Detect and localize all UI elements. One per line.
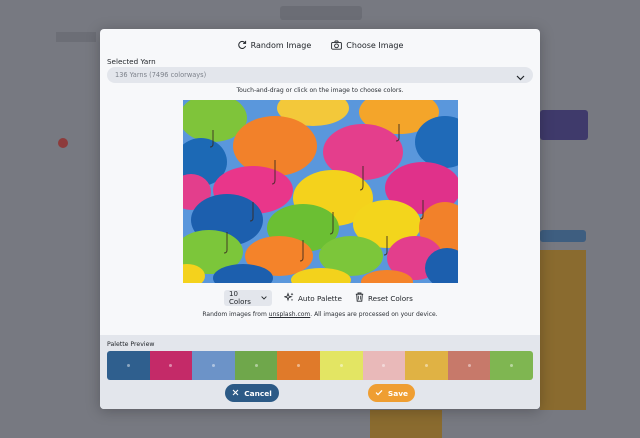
random-image-button[interactable]: Random Image bbox=[237, 38, 312, 52]
selected-yarn-label: Selected Yarn bbox=[107, 57, 156, 66]
swatch-handle-icon bbox=[424, 364, 428, 367]
image-palette-dialog: Random Image Choose Image Selected Yarn … bbox=[100, 29, 540, 409]
background-panel bbox=[540, 250, 586, 410]
background-logo bbox=[280, 6, 362, 20]
swatch-handle-icon bbox=[211, 364, 215, 367]
color-picker-image[interactable] bbox=[183, 100, 458, 283]
image-hint: Touch-and-drag or click on the image to … bbox=[236, 87, 404, 94]
cancel-label: Cancel bbox=[244, 388, 272, 398]
save-button[interactable]: Save bbox=[368, 384, 415, 402]
palette-swatch[interactable] bbox=[149, 351, 193, 380]
background-dot bbox=[58, 138, 68, 148]
reset-colors-button[interactable]: Reset Colors bbox=[355, 290, 413, 306]
check-icon bbox=[375, 389, 383, 398]
chevron-down-icon bbox=[516, 66, 525, 85]
image-attribution: Random images from unsplash.com. All ima… bbox=[100, 311, 540, 318]
auto-palette-button[interactable]: Auto Palette bbox=[283, 290, 342, 306]
yarn-select-value: 136 Yarns (7496 colorways) bbox=[115, 71, 207, 79]
choose-image-label: Choose Image bbox=[346, 40, 404, 50]
attribution-suffix: . All images are processed on your devic… bbox=[310, 311, 438, 318]
image-source-toolbar: Random Image Choose Image bbox=[100, 38, 540, 52]
trash-icon bbox=[355, 292, 364, 304]
yarn-select[interactable]: 136 Yarns (7496 colorways) bbox=[107, 67, 533, 83]
unsplash-link[interactable]: unsplash.com bbox=[269, 311, 311, 318]
background-button-2 bbox=[540, 230, 586, 242]
swatch-handle-icon bbox=[467, 364, 471, 367]
swatch-handle-icon bbox=[339, 364, 343, 367]
swatch-handle-icon bbox=[510, 364, 514, 367]
palette-swatch[interactable] bbox=[362, 351, 406, 380]
palette-swatch[interactable] bbox=[319, 351, 363, 380]
swatch-handle-icon bbox=[254, 364, 258, 367]
palette-controls: 10 Colors Auto Palette Reset Colors bbox=[100, 289, 540, 307]
swatch-handle-icon bbox=[382, 364, 386, 367]
color-count-select[interactable]: 10 Colors bbox=[224, 290, 272, 306]
palette-footer: Palette Preview Cancel Save bbox=[100, 335, 540, 409]
save-label: Save bbox=[387, 388, 409, 398]
palette-swatch[interactable] bbox=[192, 351, 235, 380]
background-text bbox=[56, 32, 96, 42]
palette-swatch[interactable] bbox=[277, 351, 320, 380]
palette-swatch[interactable] bbox=[405, 351, 448, 380]
close-icon bbox=[232, 389, 239, 398]
palette-swatch[interactable] bbox=[234, 351, 278, 380]
background-panel-2 bbox=[370, 410, 442, 438]
palette-swatch[interactable] bbox=[490, 351, 533, 380]
background-button bbox=[540, 110, 588, 140]
swatch-handle-icon bbox=[297, 364, 301, 367]
attribution-prefix: Random images from bbox=[202, 311, 269, 318]
camera-icon bbox=[331, 40, 343, 50]
palette-swatch[interactable] bbox=[447, 351, 491, 380]
refresh-icon bbox=[237, 40, 247, 50]
swatch-handle-icon bbox=[169, 364, 173, 367]
auto-palette-label: Auto Palette bbox=[298, 293, 342, 303]
palette-swatch[interactable] bbox=[107, 351, 150, 380]
choose-image-button[interactable]: Choose Image bbox=[331, 38, 403, 52]
sparkles-icon bbox=[283, 292, 294, 304]
palette-swatches bbox=[107, 351, 533, 380]
chevron-down-icon bbox=[261, 294, 267, 302]
umbrellas-photo bbox=[183, 100, 458, 283]
reset-colors-label: Reset Colors bbox=[368, 293, 413, 303]
swatch-handle-icon bbox=[126, 364, 130, 367]
color-count-value: 10 Colors bbox=[229, 290, 251, 306]
random-image-label: Random Image bbox=[250, 40, 312, 50]
cancel-button[interactable]: Cancel bbox=[225, 384, 279, 402]
palette-preview-label: Palette Preview bbox=[107, 341, 155, 348]
